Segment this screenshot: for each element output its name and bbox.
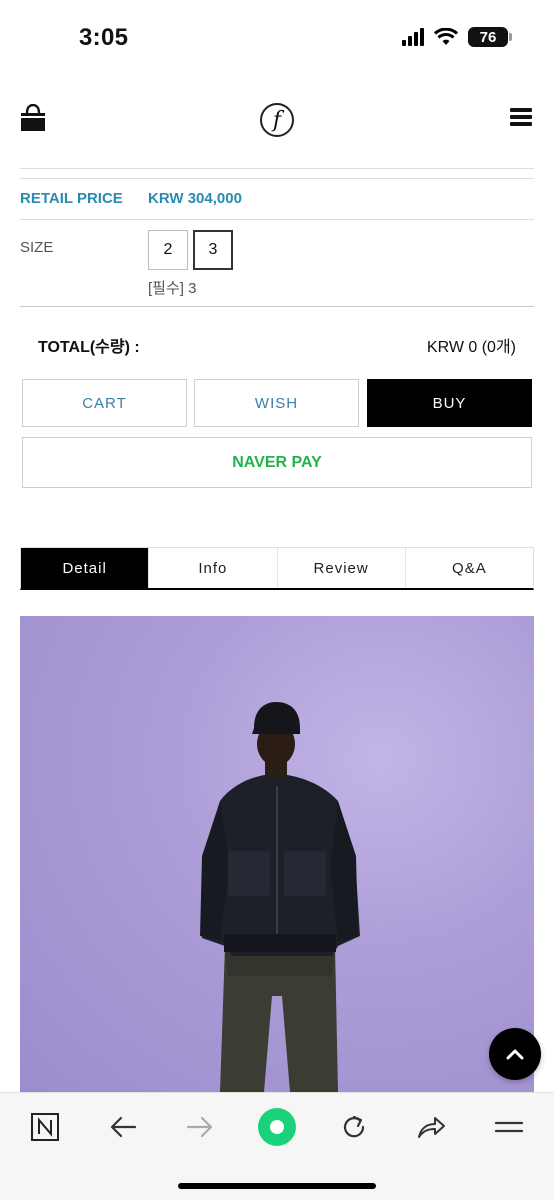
total-value: KRW 0 (0개) — [426, 339, 516, 356]
size-label: SIZE — [20, 239, 54, 256]
browser-bottom-bar — [0, 1092, 554, 1200]
back-arrow-icon[interactable] — [103, 1107, 143, 1147]
size-selection-note: [필수] 3 — [148, 280, 197, 297]
tab-qna[interactable]: Q&A — [404, 548, 533, 588]
logo-glyph: f — [272, 107, 282, 133]
divider — [20, 168, 534, 169]
forward-arrow-icon[interactable] — [180, 1107, 220, 1147]
divider — [20, 306, 534, 307]
home-indicator — [178, 1183, 376, 1189]
tab-review[interactable]: Review — [276, 548, 405, 588]
tab-info[interactable]: Info — [148, 548, 276, 588]
wifi-icon — [434, 28, 458, 45]
naver-n-icon[interactable] — [25, 1107, 65, 1147]
detail-tabs: Detail Info Review Q&A — [20, 547, 534, 590]
chevron-up-icon — [506, 1049, 524, 1060]
tab-detail[interactable]: Detail — [21, 548, 149, 588]
product-photo — [20, 616, 534, 1092]
total-label: TOTAL(수량) : — [38, 339, 140, 356]
brand-logo[interactable]: f — [260, 103, 294, 137]
status-time: 3:05 — [79, 24, 129, 51]
shopping-bag-icon[interactable] — [20, 104, 46, 132]
retail-price-value: KRW 304,000 — [148, 190, 242, 207]
model-figure — [200, 702, 360, 1092]
menu-icon[interactable] — [489, 1107, 529, 1147]
signal-icon — [402, 28, 424, 46]
buy-button[interactable]: BUY — [367, 379, 532, 427]
share-icon[interactable] — [411, 1107, 451, 1147]
status-icons: 76 — [402, 27, 512, 47]
divider — [20, 219, 534, 220]
home-green-icon[interactable] — [257, 1107, 297, 1147]
retail-price-label: RETAIL PRICE — [20, 190, 123, 207]
site-header: f — [0, 76, 554, 166]
size-option-2[interactable]: 2 — [148, 230, 188, 270]
size-option-3[interactable]: 3 — [193, 230, 233, 270]
hamburger-menu-icon[interactable] — [510, 108, 532, 126]
wish-button[interactable]: WISH — [194, 379, 359, 427]
status-bar: 3:05 76 — [0, 0, 554, 76]
cart-button[interactable]: CART — [22, 379, 187, 427]
naver-pay-button[interactable]: NAVER PAY — [22, 437, 532, 488]
refresh-icon[interactable] — [334, 1107, 374, 1147]
scroll-to-top-button[interactable] — [489, 1028, 541, 1080]
divider — [20, 178, 534, 179]
battery-icon: 76 — [468, 27, 512, 47]
